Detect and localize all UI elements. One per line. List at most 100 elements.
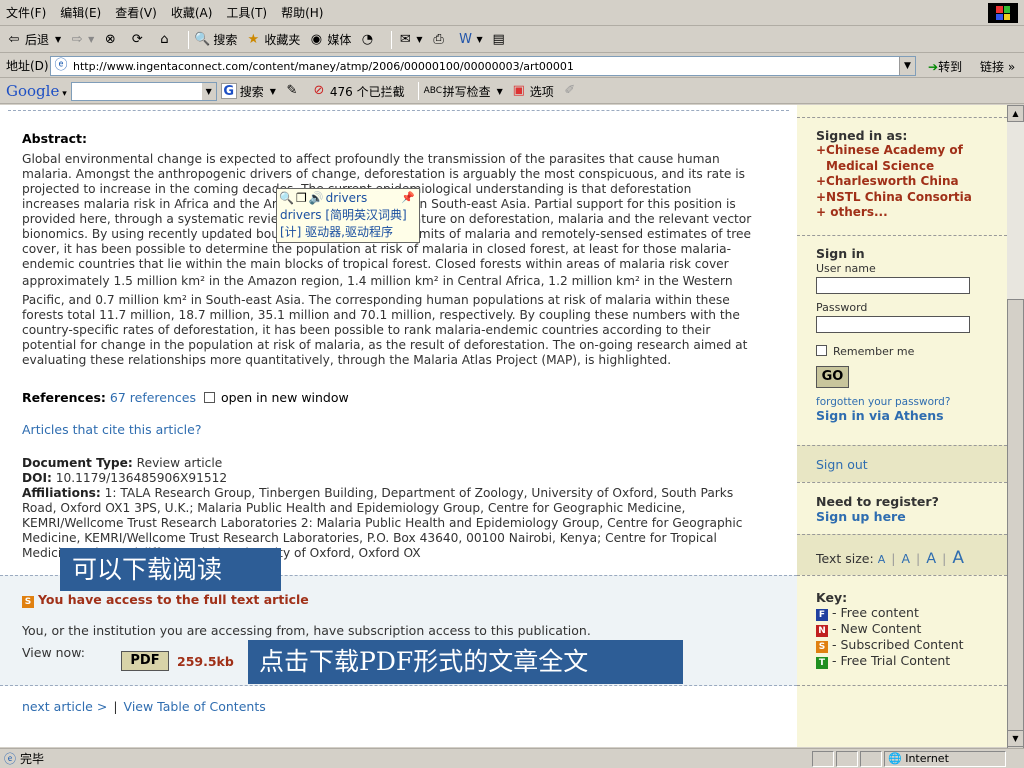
options-label: 选项 — [529, 84, 554, 99]
favorites-button[interactable]: ★ 收藏夹 — [245, 31, 301, 48]
sign-in-heading: Sign in — [816, 246, 865, 261]
print-icon: ⎙ — [433, 31, 444, 47]
links-button[interactable]: 链接 » — [980, 58, 1015, 75]
new-badge-icon: N — [816, 625, 828, 637]
mail-button[interactable]: ✉ ▼ — [397, 32, 423, 48]
athens-sign-in-link[interactable]: Sign in via Athens — [816, 408, 1007, 423]
forward-button[interactable]: ⇨ ▼ — [69, 32, 95, 48]
address-input[interactable]: ⓔ http://www.ingentaconnect.com/content/… — [50, 56, 916, 76]
browser-window: 文件(F) 编辑(E) 查看(V) 收藏(A) 工具(T) 帮助(H) ⇦ 后退 ▼… — [0, 0, 1024, 768]
table-of-contents-link[interactable]: View Table of Contents — [124, 699, 266, 714]
access-heading: S You have access to the full text articl… — [22, 592, 309, 608]
spellcheck-button[interactable]: ABC 拼写检查 ▼ — [424, 83, 503, 100]
abstract-line: endemic countries that lie within the ma… — [22, 257, 729, 271]
google-search-input[interactable]: ▼ — [70, 81, 217, 101]
history-button[interactable]: ◔ — [359, 32, 378, 48]
signed-in-section: Signed in as: +Chinese Academy of Medica… — [797, 117, 1007, 235]
ie-page-icon: ⓔ — [54, 58, 68, 73]
register-question: Need to register? — [816, 494, 939, 509]
doi-value: 10.1179/136485906X91512 — [55, 471, 228, 485]
status-cell — [836, 751, 858, 767]
menu-view[interactable]: 查看(V) — [115, 4, 157, 21]
search-label: 搜索 — [213, 33, 238, 47]
text-size-small[interactable]: A — [878, 553, 886, 566]
go-button[interactable]: ➔转到 — [928, 58, 962, 75]
key-item-free: F - Free content — [816, 605, 1007, 621]
abstract-line: evaluating these relationships more quan… — [22, 353, 672, 367]
open-new-window-checkbox[interactable] — [203, 392, 215, 403]
sign-up-link[interactable]: Sign up here — [816, 509, 1007, 524]
pagerank-button[interactable]: ✎ — [284, 83, 303, 99]
discuss-button[interactable]: ▤ — [491, 32, 510, 48]
magnifier-icon[interactable]: 🔍 — [279, 191, 294, 205]
google-logo[interactable]: Google ▾ — [6, 82, 67, 100]
password-label: Password — [816, 301, 868, 314]
search-button[interactable]: 🔍 搜索 — [194, 31, 237, 48]
highlight-button[interactable]: ✐ — [562, 83, 581, 99]
menu-help[interactable]: 帮助(H) — [281, 4, 323, 21]
search-icon: 🔍 — [194, 31, 211, 47]
google-search-button[interactable]: G 搜索 ▼ — [220, 83, 276, 100]
key-label: - Free Trial Content — [832, 653, 951, 668]
google-logo-text: Google — [6, 82, 60, 100]
menu-tools[interactable]: 工具(T) — [226, 4, 267, 21]
org-list: +Chinese Academy of Medical Science +Cha… — [816, 143, 1007, 221]
go-label: 转到 — [938, 60, 963, 74]
stop-button[interactable]: ⊗ — [102, 32, 121, 48]
vertical-scrollbar[interactable]: ▲ ▼ — [1007, 105, 1024, 768]
key-item-subscribed: S - Subscribed Content — [816, 637, 1007, 653]
menu-bar: 文件(F) 编辑(E) 查看(V) 收藏(A) 工具(T) 帮助(H) — [0, 0, 1024, 26]
home-button[interactable]: ⌂ — [156, 32, 175, 48]
edit-button[interactable]: W ▼ — [458, 32, 483, 48]
copy-icon[interactable]: ❐ — [296, 191, 307, 205]
text-size-large[interactable]: A — [926, 551, 936, 567]
text-size-label: Text size: — [816, 551, 874, 566]
sign-out-link[interactable]: Sign out — [816, 457, 868, 472]
dictionary-source[interactable]: drivers [简明英汉词典] — [277, 207, 419, 224]
print-button[interactable]: ⎙ — [431, 32, 450, 48]
speaker-icon[interactable]: 🔊 — [309, 191, 324, 205]
forgot-password-link[interactable]: forgotten your password? — [816, 396, 1007, 408]
scroll-up-arrow-icon[interactable]: ▲ — [1007, 105, 1024, 122]
abstract-heading: Abstract: — [22, 131, 88, 146]
address-bar: 地址(D) ⓔ http://www.ingentaconnect.com/co… — [0, 54, 1024, 78]
options-button[interactable]: ▣ 选项 — [511, 83, 554, 100]
refresh-button[interactable]: ⟳ — [129, 32, 148, 48]
username-input[interactable] — [816, 277, 970, 294]
remember-me-checkbox[interactable] — [816, 345, 827, 356]
subscribed-badge-icon: S — [816, 641, 828, 653]
google-search-dropdown[interactable]: ▼ — [201, 82, 216, 100]
menu-edit[interactable]: 编辑(E) — [60, 4, 101, 21]
references-label: References: — [22, 390, 106, 405]
text-size-xlarge[interactable]: A — [952, 548, 964, 568]
pdf-download-button[interactable]: PDF — [121, 651, 169, 671]
address-dropdown-button[interactable]: ▼ — [899, 57, 915, 75]
media-button[interactable]: ◉ 媒体 — [308, 31, 352, 48]
text-size-medium[interactable]: A — [901, 551, 910, 566]
menu-file[interactable]: 文件(F) — [6, 4, 46, 21]
scroll-down-arrow-icon[interactable]: ▼ — [1007, 730, 1024, 747]
org-others-link[interactable]: + others... — [816, 205, 1007, 221]
scroll-thumb[interactable] — [1007, 299, 1024, 768]
sign-in-go-button[interactable]: GO — [816, 366, 849, 388]
doctype-value: Review article — [136, 456, 223, 470]
address-url: http://www.ingentaconnect.com/content/ma… — [73, 59, 574, 73]
pagerank-icon: ✎ — [286, 83, 298, 98]
menu-favorites[interactable]: 收藏(A) — [171, 4, 213, 21]
abstract-body: Global environmental change is expected … — [22, 152, 784, 368]
cite-articles-link[interactable]: Articles that cite this article? — [22, 422, 201, 437]
history-icon: ◔ — [361, 31, 374, 47]
abstract-line: country-specific rates of deforestation,… — [22, 323, 711, 337]
view-now-label: View now: — [22, 645, 85, 660]
pin-icon[interactable]: 📌 — [401, 191, 415, 204]
references-link[interactable]: 67 references — [110, 390, 196, 405]
affiliation-line: Medicine, KEMRI/Wellcome Trust Research … — [22, 531, 717, 545]
back-button[interactable]: ⇦ 后退 ▼ — [6, 31, 62, 48]
article-main: Abstract: Global environmental change is… — [0, 105, 797, 747]
popup-blocker-button[interactable]: ⊘ 476 个已拦截 — [311, 83, 404, 100]
document-info: Document Type: Review article DOI: 10.11… — [22, 456, 784, 561]
toolbar-separator — [188, 30, 190, 49]
standard-toolbar: ⇦ 后退 ▼ ⇨ ▼ ⊗ ⟳ ⌂ 🔍 搜索 ★ 收藏夹 ◉ 媒体 ◔ ✉ ▼ ⎙ W ▼ ▤ — [0, 27, 1024, 53]
password-input[interactable] — [816, 316, 970, 333]
next-article-link[interactable]: next article > — [22, 699, 107, 714]
